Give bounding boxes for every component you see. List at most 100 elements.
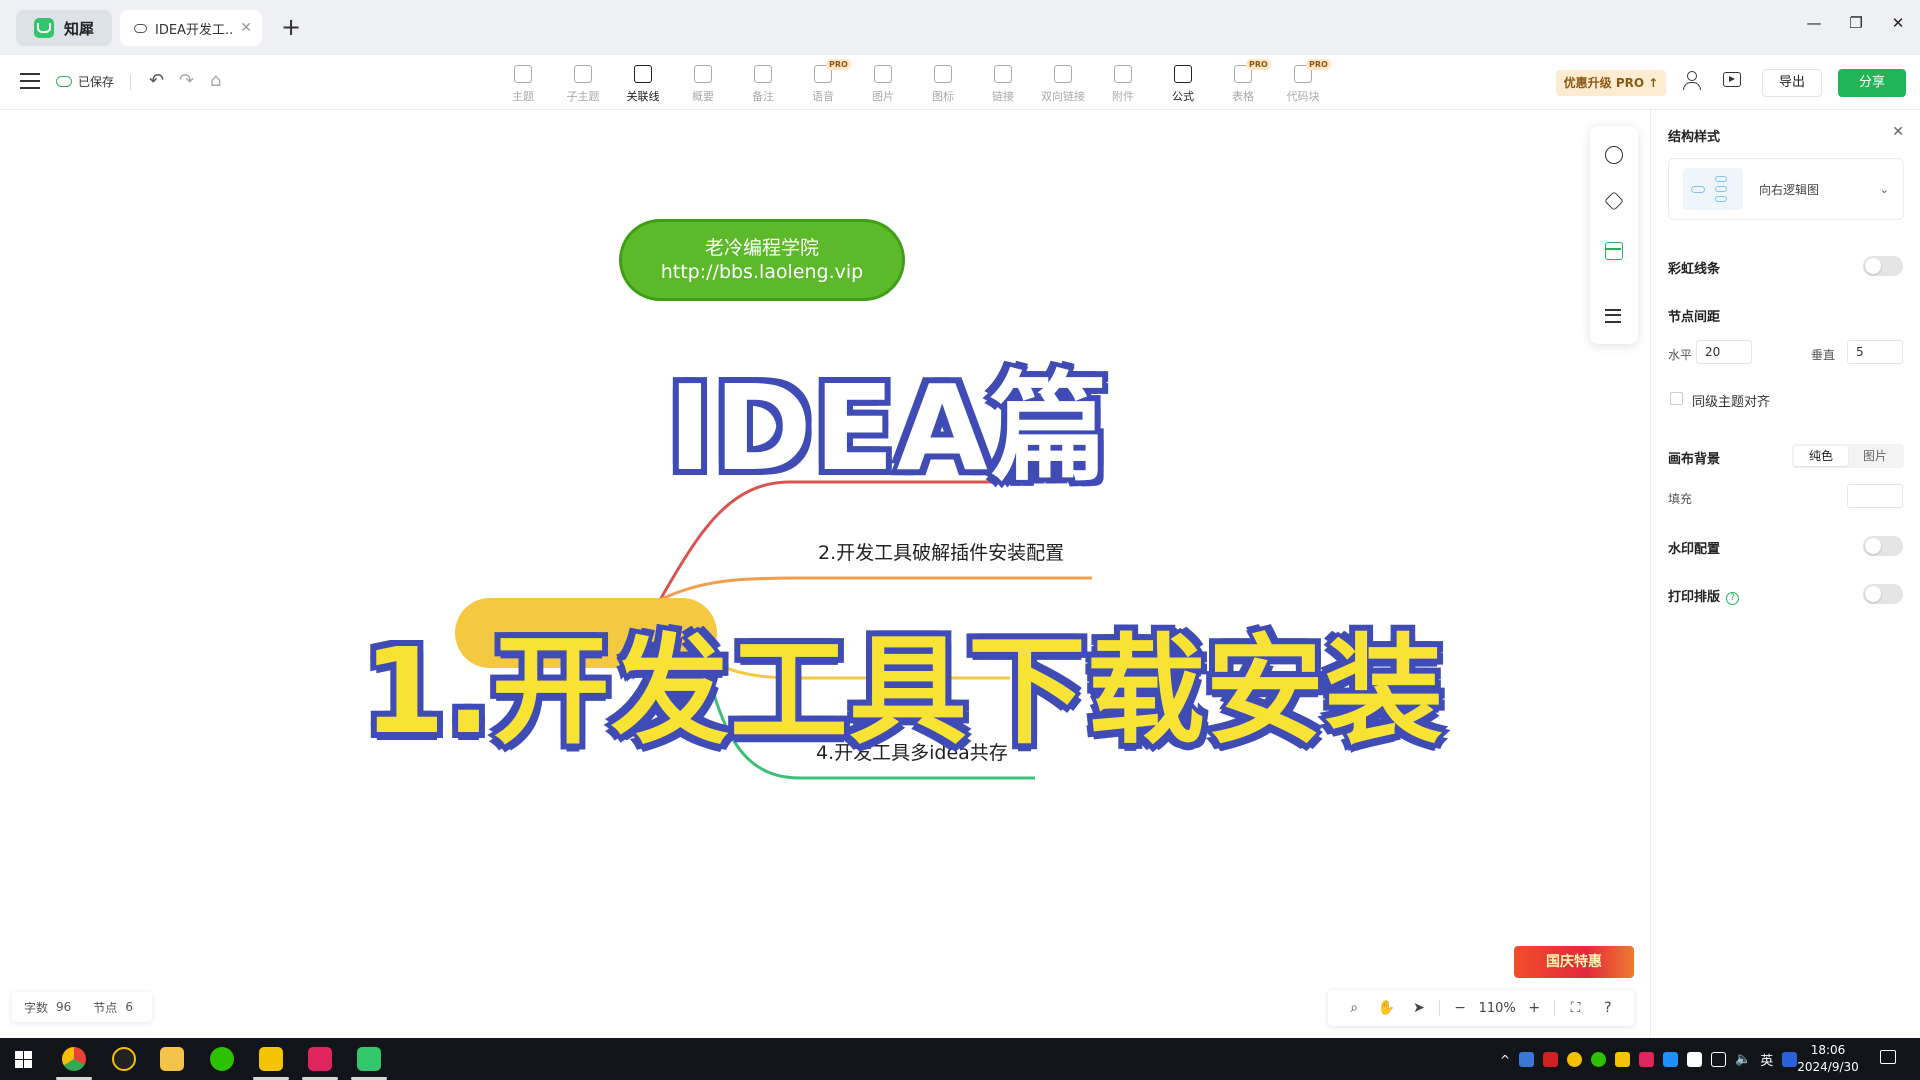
- tray-ime-settings-icon[interactable]: [1687, 1052, 1703, 1067]
- node-crack-plugin[interactable]: 2.开发工具破解插件安装配置: [818, 538, 1064, 565]
- tray-antivirus-icon[interactable]: [1543, 1052, 1559, 1067]
- sticker-icon[interactable]: [1604, 191, 1624, 211]
- document-tab[interactable]: IDEA开发工... ✕: [120, 10, 262, 46]
- format-painter-icon[interactable]: ⌂: [210, 70, 221, 91]
- brand-node[interactable]: 老冷编程学院 http://bbs.laoleng.vip: [619, 219, 905, 301]
- tool-label: 概要: [692, 90, 714, 103]
- subtopic-icon: [574, 65, 592, 83]
- promo-banner[interactable]: 国庆特惠: [1514, 946, 1634, 978]
- ime-indicator[interactable]: 英: [1760, 1050, 1773, 1069]
- redo-icon[interactable]: ↷: [179, 70, 194, 91]
- export-button[interactable]: 导出: [1762, 69, 1822, 97]
- presentation-icon[interactable]: [1723, 72, 1741, 87]
- tray-media-icon[interactable]: [1639, 1052, 1655, 1067]
- structure-thumbnail-icon: [1683, 168, 1743, 210]
- rainbow-label: 彩虹线条: [1668, 262, 1721, 277]
- tool-attachment[interactable]: 附件: [1093, 58, 1153, 108]
- horizontal-spacing-input[interactable]: 20: [1696, 340, 1752, 364]
- app-home-tab[interactable]: 知犀: [16, 10, 112, 46]
- tool-summary[interactable]: 概要: [673, 58, 733, 108]
- note-icon: [754, 65, 772, 83]
- tool-label: 图片: [872, 90, 894, 103]
- volume-icon[interactable]: 🔈: [1735, 1052, 1751, 1067]
- wechat-icon[interactable]: [210, 1047, 234, 1071]
- fill-color-swatch[interactable]: [1847, 484, 1903, 508]
- tool-subtopic[interactable]: 子主题: [553, 58, 613, 108]
- watermark-toggle[interactable]: [1863, 536, 1903, 556]
- zoom-in-button[interactable]: +: [1518, 1000, 1550, 1016]
- maximize-button[interactable]: ❐: [1848, 14, 1864, 32]
- tool-label: 子主题: [566, 90, 600, 103]
- cloud-icon: [134, 23, 147, 33]
- summary-icon: [694, 65, 712, 83]
- chrome-icon[interactable]: [56, 1047, 92, 1080]
- tool-voice[interactable]: 语音 PRO: [793, 58, 853, 108]
- align-checkbox[interactable]: [1670, 392, 1683, 405]
- vertical-spacing-input[interactable]: 5: [1847, 340, 1903, 364]
- hand-icon[interactable]: ✋: [1370, 1000, 1402, 1016]
- upgrade-pro-button[interactable]: 优惠升级 PRO ↑: [1556, 70, 1666, 96]
- watermark-label: 水印配置: [1668, 542, 1721, 557]
- mindmap-canvas[interactable]: 老冷编程学院 http://bbs.laoleng.vip 2.开发工具破解插件…: [0, 110, 1650, 1038]
- close-tab-icon[interactable]: ✕: [240, 20, 252, 36]
- help-icon[interactable]: ?: [1592, 1000, 1624, 1016]
- share-button[interactable]: 分享: [1838, 69, 1906, 97]
- bg-image-option[interactable]: 图片: [1848, 446, 1902, 466]
- windows-start-icon[interactable]: [15, 1051, 32, 1068]
- close-panel-icon[interactable]: ✕: [1892, 124, 1904, 140]
- structure-select[interactable]: 向右逻辑图 ⌄: [1668, 158, 1904, 220]
- cloud-saved-icon: [56, 76, 72, 87]
- tool-topic[interactable]: 主题: [493, 58, 553, 108]
- print-label: 打印排版?: [1668, 586, 1740, 605]
- zoom-out-button[interactable]: −: [1444, 1000, 1476, 1016]
- tool-code-block[interactable]: 代码块 PRO: [1273, 58, 1333, 108]
- print-toggle[interactable]: [1863, 584, 1903, 604]
- zoom-level[interactable]: 110%: [1476, 1001, 1518, 1016]
- zhixi-logo-icon: [34, 18, 54, 38]
- tool-label: 主题: [512, 90, 534, 103]
- new-tab-button[interactable]: +: [276, 12, 306, 42]
- close-window-button[interactable]: ✕: [1890, 14, 1906, 32]
- canvas-side-toolbar: [1590, 126, 1638, 344]
- tool-table[interactable]: 表格 PRO: [1213, 58, 1273, 108]
- bg-solid-option[interactable]: 纯色: [1794, 446, 1848, 466]
- tray-feishu-icon[interactable]: [1663, 1052, 1679, 1067]
- tool-image[interactable]: 图片: [853, 58, 913, 108]
- tool-note[interactable]: 备注: [733, 58, 793, 108]
- undo-icon[interactable]: ↶: [149, 70, 164, 91]
- layout-icon[interactable]: [1605, 242, 1623, 260]
- media-app-icon[interactable]: [302, 1047, 338, 1080]
- tray-app-icon[interactable]: [1519, 1052, 1535, 1067]
- menu-icon[interactable]: [20, 73, 40, 89]
- tray-wechat-icon[interactable]: [1591, 1052, 1607, 1067]
- network-icon[interactable]: [1711, 1052, 1727, 1067]
- tool-formula[interactable]: 公式: [1153, 58, 1213, 108]
- tool-relation-line[interactable]: 关联线: [613, 58, 673, 108]
- tool-link[interactable]: 链接: [973, 58, 1033, 108]
- tool-emoji[interactable]: 图标: [913, 58, 973, 108]
- collaborator-icon[interactable]: [1682, 71, 1702, 91]
- zoom-divider-2: [1554, 1000, 1556, 1016]
- notification-icon[interactable]: [1880, 1050, 1896, 1064]
- zoom-bar: ⌕ ✋ ➤ − 110% + ⛶ ?: [1328, 990, 1634, 1026]
- chevron-up-icon[interactable]: ^: [1500, 1053, 1510, 1067]
- locate-icon[interactable]: ➤: [1403, 1000, 1435, 1016]
- minimize-button[interactable]: —: [1806, 14, 1822, 32]
- tool-label: 语音: [812, 90, 834, 103]
- rainbow-toggle[interactable]: [1863, 256, 1903, 276]
- overlay-title-download: 1.开发工具下载安装: [359, 618, 1447, 764]
- outline-icon[interactable]: [1605, 306, 1623, 324]
- question-icon[interactable]: ?: [1726, 592, 1740, 605]
- tool-label: 表格: [1232, 90, 1254, 103]
- palette-icon[interactable]: [1605, 146, 1623, 164]
- notes-app-icon[interactable]: [253, 1047, 289, 1080]
- qq-icon[interactable]: [112, 1047, 136, 1071]
- tray-notes-icon[interactable]: [1615, 1052, 1631, 1067]
- zhixi-taskbar-icon[interactable]: [351, 1047, 387, 1080]
- tool-bilink[interactable]: 双向链接: [1033, 58, 1093, 108]
- search-icon[interactable]: ⌕: [1338, 1000, 1370, 1016]
- file-explorer-icon[interactable]: [160, 1047, 184, 1071]
- clock[interactable]: 18:06 2024/9/30: [1788, 1042, 1868, 1076]
- fullscreen-icon[interactable]: ⛶: [1559, 1000, 1591, 1016]
- tray-qq-icon[interactable]: [1567, 1052, 1583, 1067]
